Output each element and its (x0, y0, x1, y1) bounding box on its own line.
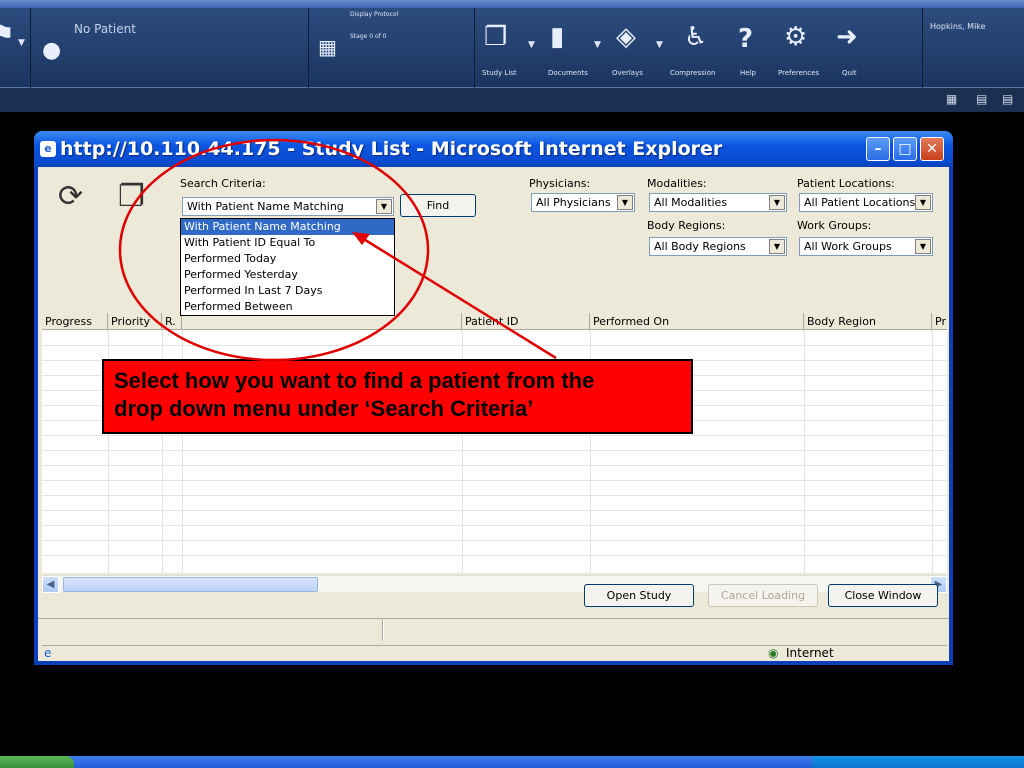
display-protocol-label: Display Protocol (350, 11, 399, 18)
ie-page-icon: e (40, 141, 56, 157)
body-regions-select[interactable]: All Body Regions ▼ (649, 237, 787, 256)
modalities-label: Modalities: (647, 177, 707, 190)
study-list-icon[interactable]: ❐ (484, 24, 507, 50)
quit-icon[interactable]: ➜ (836, 24, 858, 50)
chevron-down-icon[interactable]: ▼ (617, 195, 633, 210)
chevron-down-icon[interactable]: ▼ (769, 239, 785, 254)
column-header-patient-id[interactable]: Patient ID (462, 313, 590, 330)
app-title-strip (0, 0, 1024, 8)
callout-line-1: Select how you want to find a patient fr… (114, 368, 595, 393)
help-label: Help (740, 69, 756, 77)
work-groups-select[interactable]: All Work Groups ▼ (799, 237, 933, 256)
layout-grid-icon[interactable]: ▦ (946, 92, 957, 106)
quit-label: Quit (842, 69, 857, 77)
modalities-select[interactable]: All Modalities ▼ (649, 193, 787, 212)
copy-icon[interactable]: ❐ (118, 179, 145, 214)
patient-tool-icon[interactable]: ⚑ (0, 21, 15, 49)
patient-name: No Patient (74, 22, 136, 36)
next-icon[interactable]: ▤ (1002, 92, 1013, 106)
work-groups-value: All Work Groups (804, 240, 892, 253)
study-list-caret[interactable]: ▼ (528, 40, 535, 50)
minimize-button[interactable]: – (866, 137, 890, 161)
system-tray (812, 756, 1024, 768)
search-criteria-dropdown[interactable]: With Patient Name Matching With Patient … (180, 218, 395, 316)
overlays-icon[interactable]: ◈ (616, 24, 636, 50)
patient-locations-value: All Patient Locations (804, 196, 916, 209)
instruction-callout: Select how you want to find a patient fr… (102, 359, 693, 434)
patient-locations-select[interactable]: All Patient Locations ▼ (799, 193, 933, 212)
close-window-x-button[interactable]: ✕ (920, 137, 944, 161)
dropdown-option[interactable]: With Patient Name Matching (181, 219, 394, 235)
compression-label: Compression (670, 69, 716, 77)
scroll-thumb[interactable] (63, 577, 318, 592)
chevron-down-icon[interactable]: ▼ (769, 195, 785, 210)
status-bar: e ◉ Internet (42, 645, 947, 661)
column-header-performed-on[interactable]: Performed On (590, 313, 804, 330)
preferences-label: Preferences (778, 69, 820, 77)
chevron-down-icon[interactable]: ▼ (915, 195, 931, 210)
documents-icon[interactable]: ▮ (550, 24, 564, 50)
callout-line-2: drop down menu under ‘Search Criteria’ (114, 396, 534, 421)
page-status-icon: e (44, 646, 52, 660)
column-header-pr[interactable]: Pr (932, 313, 947, 330)
preferences-icon[interactable]: ⚙ (784, 24, 807, 50)
search-criteria-label: Search Criteria: (180, 177, 266, 190)
close-window-button[interactable]: Close Window (828, 584, 938, 607)
overlays-caret[interactable]: ▼ (656, 40, 663, 50)
find-button[interactable]: Find (400, 194, 476, 217)
app-toolbar: ⚑ ▼ ● No Patient Display Protocol ▦ Stag… (0, 8, 1024, 88)
column-header-progress[interactable]: Progress (42, 313, 108, 330)
overlays-label: Overlays (612, 69, 643, 77)
globe-icon: ◉ (768, 646, 779, 660)
stage-label: Stage 0 of 0 (350, 33, 387, 40)
grid-layout-icon[interactable]: ▦ (318, 34, 337, 60)
documents-label: Documents (548, 69, 588, 77)
chevron-down-icon[interactable]: ▼ (915, 239, 931, 254)
column-header-r[interactable]: R. (162, 313, 182, 330)
user-name: Hopkins, Mike (930, 22, 986, 31)
body-regions-label: Body Regions: (647, 219, 726, 232)
app-sub-toolbar: ▦ ▤ ▤ (0, 88, 1024, 112)
column-header-body-region[interactable]: Body Region (804, 313, 932, 330)
study-list-table[interactable]: Progress Priority R. Patient ID Performe… (42, 313, 947, 573)
status-zone: Internet (786, 646, 834, 660)
help-icon[interactable]: ? (738, 26, 753, 52)
previous-icon[interactable]: ▤ (976, 92, 987, 106)
dropdown-option[interactable]: With Patient ID Equal To (181, 235, 394, 251)
patient-icon: ● (42, 38, 62, 63)
dropdown-option[interactable]: Performed In Last 7 Days (181, 283, 394, 299)
start-button[interactable] (0, 756, 74, 768)
physicians-select[interactable]: All Physicians ▼ (531, 193, 635, 212)
study-list-label: Study List (482, 69, 517, 77)
patient-locations-label: Patient Locations: (797, 177, 895, 190)
physicians-value: All Physicians (536, 196, 611, 209)
body-regions-value: All Body Regions (654, 240, 746, 253)
search-criteria-value: With Patient Name Matching (187, 200, 344, 213)
column-header-priority[interactable]: Priority (108, 313, 162, 330)
dropdown-option[interactable]: Performed Between (181, 299, 394, 315)
frame-divider (38, 618, 949, 641)
open-study-button[interactable]: Open Study (584, 584, 694, 607)
maximize-button[interactable]: □ (893, 137, 917, 161)
compression-icon[interactable]: ♿ (684, 24, 707, 50)
dropdown-option[interactable]: Performed Today (181, 251, 394, 267)
work-groups-label: Work Groups: (797, 219, 872, 232)
documents-caret[interactable]: ▼ (594, 40, 601, 50)
scroll-left-icon[interactable]: ◀ (42, 576, 59, 593)
refresh-icon[interactable]: ⟳ (58, 179, 83, 214)
physicians-label: Physicians: (529, 177, 591, 190)
title-bar[interactable]: e http://10.110.44.175 - Study List - Mi… (34, 131, 953, 167)
dropdown-option[interactable]: Performed Yesterday (181, 267, 394, 283)
search-criteria-select[interactable]: With Patient Name Matching ▼ (182, 197, 394, 216)
chevron-down-icon[interactable]: ▼ (376, 199, 392, 214)
patient-tool-caret[interactable]: ▼ (18, 38, 25, 48)
modalities-value: All Modalities (654, 196, 728, 209)
cancel-loading-button[interactable]: Cancel Loading (708, 584, 818, 607)
window-title: http://10.110.44.175 - Study List - Micr… (60, 138, 723, 160)
